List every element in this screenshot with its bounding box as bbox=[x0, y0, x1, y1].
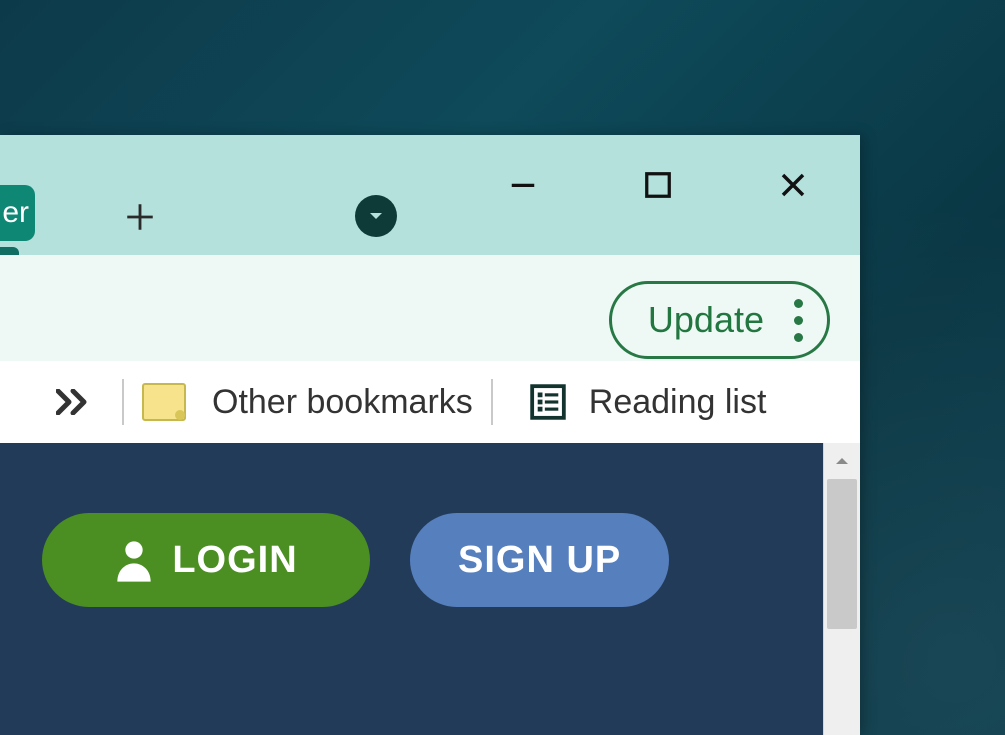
separator bbox=[122, 379, 124, 425]
minimize-icon bbox=[508, 170, 538, 200]
reading-list-label: Reading list bbox=[589, 383, 767, 422]
search-tabs-button[interactable] bbox=[355, 195, 397, 237]
tab-strip: er bbox=[0, 135, 860, 255]
separator bbox=[491, 379, 493, 425]
page-content: LOGIN SIGN UP bbox=[0, 443, 860, 735]
close-button[interactable] bbox=[725, 155, 860, 215]
list-icon bbox=[529, 383, 567, 421]
update-button[interactable]: Update bbox=[609, 281, 830, 359]
signup-button[interactable]: SIGN UP bbox=[410, 513, 669, 607]
chevron-down-icon bbox=[367, 207, 385, 225]
active-tab-fragment[interactable]: er bbox=[0, 185, 35, 241]
signup-label: SIGN UP bbox=[458, 539, 621, 582]
reading-list-button[interactable]: Reading list bbox=[529, 383, 767, 422]
vertical-scrollbar[interactable] bbox=[823, 443, 860, 735]
close-icon bbox=[778, 170, 808, 200]
minimize-button[interactable] bbox=[455, 155, 590, 215]
other-bookmarks-label: Other bookmarks bbox=[212, 383, 473, 422]
browser-window: er bbox=[0, 135, 860, 735]
bookmarks-bar: Other bookmarks Reading list bbox=[0, 361, 860, 443]
other-bookmarks-button[interactable]: Other bookmarks bbox=[142, 383, 473, 422]
login-button[interactable]: LOGIN bbox=[42, 513, 370, 607]
plus-icon bbox=[123, 200, 157, 234]
window-controls bbox=[455, 155, 860, 215]
scrollbar-thumb[interactable] bbox=[827, 479, 857, 629]
bookmarks-overflow-button[interactable] bbox=[44, 389, 104, 415]
browser-toolbar: Update bbox=[0, 255, 860, 361]
caret-up-icon bbox=[834, 453, 850, 469]
new-tab-button[interactable] bbox=[120, 197, 160, 237]
update-label: Update bbox=[648, 299, 764, 341]
maximize-button[interactable] bbox=[590, 155, 725, 215]
more-vert-icon bbox=[794, 299, 803, 342]
chevron-double-right-icon bbox=[56, 389, 92, 415]
person-icon bbox=[114, 538, 154, 582]
maximize-icon bbox=[643, 170, 673, 200]
folder-icon bbox=[142, 383, 186, 421]
login-label: LOGIN bbox=[172, 539, 297, 582]
auth-buttons: LOGIN SIGN UP bbox=[42, 513, 669, 607]
scroll-up-button[interactable] bbox=[824, 443, 860, 479]
tab-title-fragment: er bbox=[2, 196, 29, 230]
